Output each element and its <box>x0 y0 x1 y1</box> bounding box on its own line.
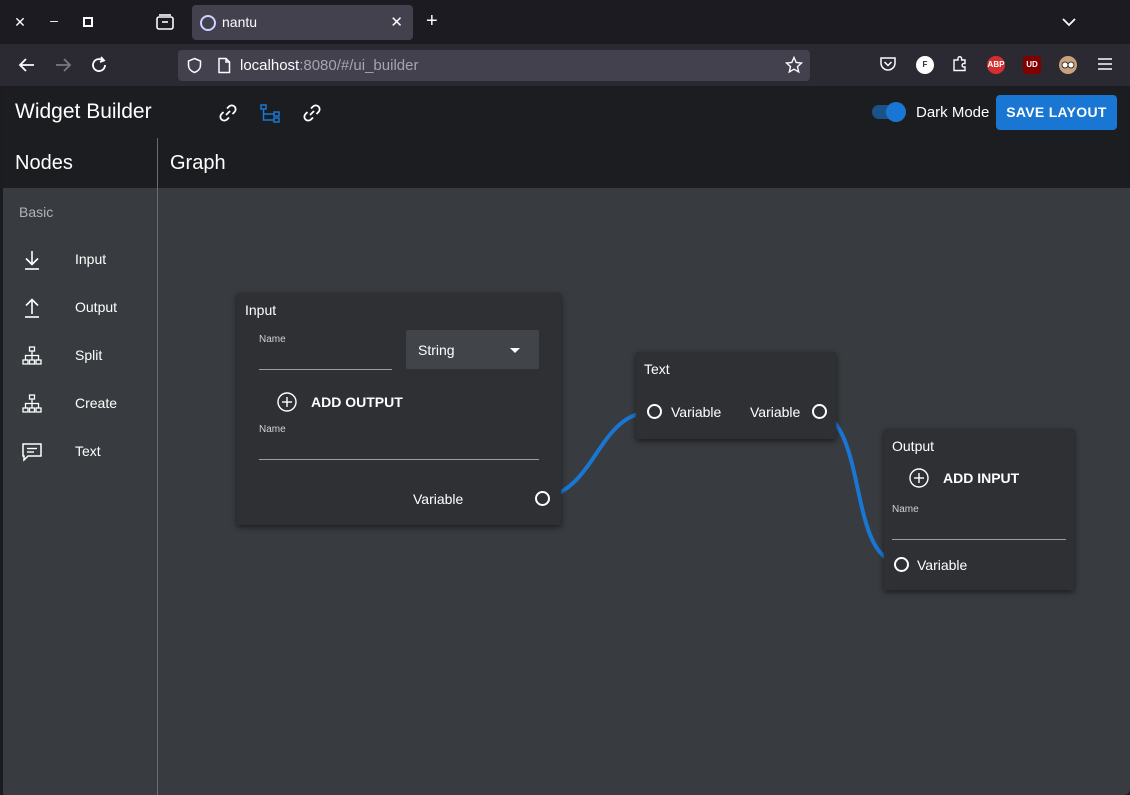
palette-item-label: Input <box>75 251 107 267</box>
shield-icon[interactable] <box>186 57 203 79</box>
app-root: Widget Builder Dark Mode SAVE LAYOUT Nod… <box>3 86 1130 795</box>
pocket-icon[interactable] <box>879 55 899 75</box>
name-input-underline <box>892 539 1066 540</box>
save-layout-button[interactable]: SAVE LAYOUT <box>996 95 1117 130</box>
node-title: Input <box>245 302 277 318</box>
node-palette: Basic Input Output Split Create Text <box>3 188 157 795</box>
active-tab[interactable]: nantu ✕ <box>192 5 413 40</box>
name-input[interactable] <box>892 517 1066 539</box>
port-label: Variable <box>917 557 968 573</box>
close-tab-icon[interactable]: ✕ <box>390 13 403 31</box>
hierarchy-icon <box>21 345 43 367</box>
section-label-basic: Basic <box>19 204 54 220</box>
reload-icon[interactable] <box>89 55 109 75</box>
palette-item-label: Split <box>75 347 103 363</box>
palette-item-label: Output <box>75 299 118 315</box>
type-select[interactable]: String <box>406 330 539 369</box>
add-circle-icon <box>277 392 297 412</box>
input-port[interactable] <box>894 557 909 572</box>
link-icon[interactable] <box>301 102 323 124</box>
hamburger-menu-icon[interactable] <box>1096 55 1116 75</box>
add-output-button[interactable]: ADD OUTPUT <box>277 389 407 415</box>
palette-item-output[interactable]: Output <box>3 288 157 328</box>
adblock-plus-icon[interactable]: ABP <box>987 56 1005 74</box>
nodes-header: Nodes <box>3 138 157 188</box>
page-icon[interactable] <box>216 57 232 79</box>
chevron-down-icon[interactable] <box>1060 13 1078 31</box>
port-label: Variable <box>750 404 801 420</box>
add-output-label: ADD OUTPUT <box>311 394 403 410</box>
globe-icon <box>200 15 216 31</box>
tab-list-icon[interactable] <box>155 12 175 32</box>
dark-mode-toggle[interactable] <box>886 102 906 122</box>
url-path: :8080/#/ui_builder <box>299 57 419 74</box>
minimize-window-icon[interactable]: – <box>45 11 63 29</box>
dropdown-arrow-icon <box>510 348 520 353</box>
text-node[interactable]: Text Variable Variable <box>636 352 836 439</box>
output-port[interactable] <box>535 491 550 506</box>
forward-arrow-icon[interactable] <box>53 55 73 75</box>
new-tab-icon[interactable]: + <box>426 11 438 31</box>
output-name-underline <box>259 459 539 460</box>
graph-canvas[interactable]: Input Name String ADD OUTPUT Name Variab… <box>158 188 1130 795</box>
url-host: localhost <box>240 57 300 74</box>
hierarchy-icon[interactable] <box>259 102 281 124</box>
dark-mode-label: Dark Mode <box>916 104 990 121</box>
node-title: Output <box>892 438 935 454</box>
puzzle-extensions-icon[interactable] <box>951 55 971 75</box>
app-title: Widget Builder <box>15 100 152 123</box>
palette-item-input[interactable]: Input <box>3 240 157 280</box>
maximize-window-icon[interactable] <box>79 13 97 31</box>
tab-title: nantu <box>222 14 258 30</box>
palette-item-split[interactable]: Split <box>3 336 157 376</box>
palette-item-label: Text <box>75 443 101 459</box>
close-window-icon[interactable]: ✕ <box>11 13 29 31</box>
profile-avatar-icon[interactable] <box>1059 56 1077 74</box>
name-field-label: Name <box>892 504 919 515</box>
output-port[interactable] <box>812 404 827 419</box>
name-input-underline <box>259 369 392 370</box>
graph-header: Graph <box>158 138 1130 188</box>
back-arrow-icon[interactable] <box>17 55 37 75</box>
download-icon <box>21 249 43 271</box>
name-field-label: Name <box>259 334 286 345</box>
palette-item-create[interactable]: Create <box>3 384 157 424</box>
palette-item-text[interactable]: Text <box>3 432 157 472</box>
hierarchy-icon <box>21 393 43 415</box>
node-title: Text <box>644 361 670 377</box>
add-circle-icon <box>909 468 929 488</box>
nav-toolbar: localhost:8080/#/ui_builder F ABP UD <box>0 44 1130 86</box>
name-input[interactable] <box>259 347 392 369</box>
url-bar[interactable]: localhost:8080/#/ui_builder <box>178 50 810 81</box>
graph-title: Graph <box>170 152 226 174</box>
link-icon[interactable] <box>217 102 239 124</box>
add-input-label: ADD INPUT <box>943 470 1020 486</box>
ublock-icon[interactable]: UD <box>1023 56 1041 74</box>
app-bar: Widget Builder Dark Mode SAVE LAYOUT <box>3 86 1130 138</box>
output-name-label: Name <box>259 424 286 435</box>
palette-item-label: Create <box>75 395 118 411</box>
browser-window: ✕ – nantu ✕ + localhost:8080/#/ui_builde… <box>0 0 1130 795</box>
nodes-title: Nodes <box>15 152 73 174</box>
upload-icon <box>21 297 43 319</box>
bookmark-star-icon[interactable] <box>784 55 804 79</box>
add-input-button[interactable]: ADD INPUT <box>909 465 1039 491</box>
output-name-input[interactable] <box>259 437 539 459</box>
url-text[interactable]: localhost:8080/#/ui_builder <box>240 57 418 74</box>
comment-icon <box>21 441 43 463</box>
tab-strip: ✕ – nantu ✕ + <box>0 0 1130 44</box>
output-node[interactable]: Output ADD INPUT Name Variable <box>884 429 1074 590</box>
input-port[interactable] <box>647 404 662 419</box>
f-extension-icon[interactable]: F <box>916 56 934 74</box>
type-select-value: String <box>418 342 455 358</box>
port-label: Variable <box>413 491 464 507</box>
input-node[interactable]: Input Name String ADD OUTPUT Name Variab… <box>237 293 561 525</box>
port-label: Variable <box>671 404 722 420</box>
